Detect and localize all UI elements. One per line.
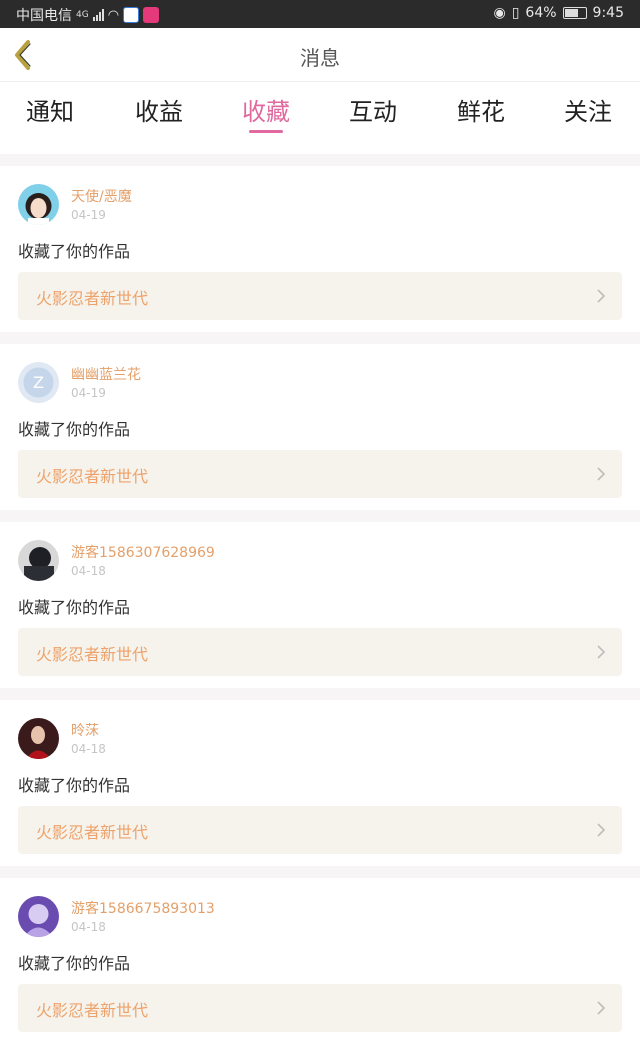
svg-text:Z: Z [33,373,44,392]
action-text: 收藏了你的作品 [18,242,131,261]
date: 04-18 [71,920,106,934]
avatar[interactable] [18,896,59,937]
battery-icon [562,7,587,19]
work-title: 火影忍者新世代 [36,823,149,842]
date: 04-19 [71,386,106,400]
username[interactable]: 昤莯 [71,720,99,740]
tab-flowers[interactable]: 鲜花 [441,92,521,127]
chevron-right-icon [597,1001,606,1015]
work-link[interactable]: 火影忍者新世代 [18,450,622,498]
chevron-right-icon [597,467,606,481]
avatar[interactable] [18,718,59,759]
work-link[interactable]: 火影忍者新世代 [18,984,622,1032]
list-item: 游客1586675893013 04-18 收藏了你的作品 火影忍者新世代 [0,878,640,1044]
work-title: 火影忍者新世代 [36,1001,149,1020]
battery-percent: 64% [525,5,557,21]
action-text: 收藏了你的作品 [18,420,131,439]
page-title: 消息 [300,46,340,70]
eye-icon: ◉ [493,5,506,21]
work-title: 火影忍者新世代 [36,467,149,486]
action-text: 收藏了你的作品 [18,598,131,617]
username[interactable]: 天使/恶魔 [71,186,132,206]
vibrate-icon: ▯ [511,5,520,21]
signal-icon [92,9,104,21]
work-link[interactable]: 火影忍者新世代 [18,628,622,676]
date: 04-18 [71,742,106,756]
list-item: Z 幽幽蓝兰花 04-19 收藏了你的作品 火影忍者新世代 [0,344,640,510]
list-item: 天使/恶魔 04-19 收藏了你的作品 火影忍者新世代 [0,166,640,332]
work-link[interactable]: 火影忍者新世代 [18,272,622,320]
action-text: 收藏了你的作品 [18,954,131,973]
chevron-right-icon [597,289,606,303]
username[interactable]: 游客1586307628969 [71,542,215,562]
action-text: 收藏了你的作品 [18,776,131,795]
tab-bar: 通知 收益 收藏 互动 鲜花 关注 [0,82,640,154]
username[interactable]: 游客1586675893013 [71,898,215,918]
active-tab-indicator [249,130,283,133]
wifi-icon: ◠ [107,7,120,23]
network-type: 4G [76,10,89,20]
tab-interaction[interactable]: 互动 [333,92,413,127]
date: 04-18 [71,564,106,578]
tab-favorites[interactable]: 收藏 [226,92,306,127]
work-title: 火影忍者新世代 [36,645,149,664]
tab-notice[interactable]: 通知 [10,92,90,127]
username[interactable]: 幽幽蓝兰花 [71,364,141,384]
chevron-right-icon [597,645,606,659]
app-header: 消息 [0,28,640,82]
clock: 9:45 [592,5,624,21]
date: 04-19 [71,208,106,222]
carrier-label: 中国电信 [16,8,72,24]
app-notification-icon [143,7,160,23]
tab-follow[interactable]: 关注 [548,92,628,127]
avatar[interactable] [18,540,59,581]
avatar[interactable] [18,184,59,225]
avatar[interactable]: Z [18,362,59,403]
baidu-icon [123,7,140,23]
chevron-right-icon [597,823,606,837]
work-link[interactable]: 火影忍者新世代 [18,806,622,854]
list-item: 游客1586307628969 04-18 收藏了你的作品 火影忍者新世代 [0,522,640,688]
work-title: 火影忍者新世代 [36,289,149,308]
tab-earnings[interactable]: 收益 [119,92,199,127]
status-bar: 中国电信 4G ◠ ◉ ▯ 64% 9:45 [0,0,640,28]
list-item: 昤莯 04-18 收藏了你的作品 火影忍者新世代 [0,700,640,866]
